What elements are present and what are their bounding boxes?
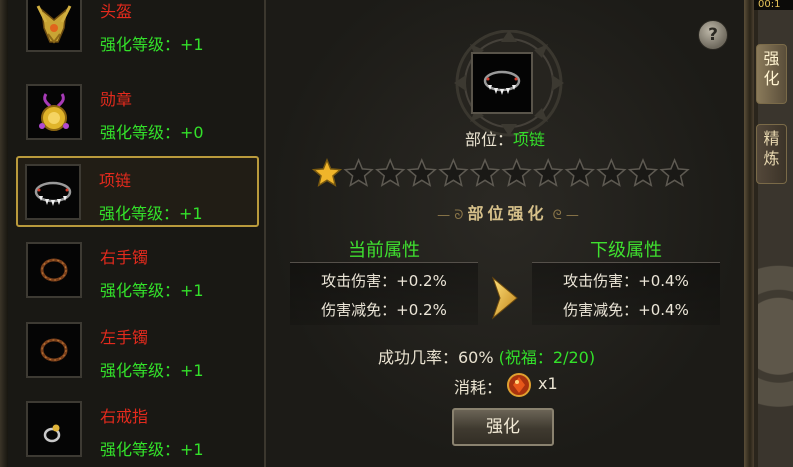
success-rate-label: 成功几率：60% [378, 348, 494, 367]
next-attributes: 下级属性 攻击伤害：+0.4% 伤害减免：+0.4% [532, 236, 720, 332]
equipment-slot [26, 242, 82, 298]
blessing-count: (祝福：2/20) [498, 348, 596, 367]
star-empty-icon [627, 158, 659, 187]
star-empty-icon [406, 158, 437, 187]
equipment-item-helmet[interactable]: 头盔 强化等级：+1 [18, 0, 251, 58]
equipment-item-level: 强化等级：+1 [99, 204, 203, 223]
equipment-item-name: 勋章 [100, 90, 133, 109]
red-gem-icon [507, 373, 531, 397]
equipment-slot [26, 322, 82, 378]
equipment-item-left-bracelet[interactable]: 左手镯 强化等级：+1 [18, 318, 251, 384]
star-empty-icon [564, 158, 595, 187]
equipment-slot [25, 164, 81, 220]
helmet-icon [36, 5, 72, 44]
star-empty-icon [533, 158, 564, 187]
equipment-item-level: 强化等级：+0 [100, 123, 204, 142]
bracelet-icon [40, 338, 68, 362]
equipment-item-name: 头盔 [100, 2, 133, 21]
clock-fragment: 00:1 [754, 0, 793, 10]
equipment-item-name: 项链 [99, 171, 132, 190]
star-empty-icon [469, 158, 501, 187]
left-frame-border [0, 0, 8, 467]
next-damage-reduction: 伤害减免：+0.4% [563, 301, 689, 319]
section-title-text: 部位强化 [467, 204, 548, 223]
star-filled-icon [311, 158, 343, 187]
current-damage-reduction: 伤害减免：+0.2% [321, 301, 447, 319]
equipment-slot [26, 0, 82, 52]
star-empty-icon [596, 158, 627, 187]
tab-refine-label: 精炼 [763, 129, 780, 168]
equipment-item-name: 右手镯 [100, 248, 149, 267]
next-attack-damage: 攻击伤害：+0.4% [563, 272, 689, 290]
part-label-prefix: 部位： [464, 130, 513, 149]
equipment-item-medal[interactable]: 勋章 强化等级：+0 [18, 80, 251, 146]
equipment-item-level: 强化等级：+1 [100, 35, 204, 54]
current-attributes-body: 攻击伤害：+0.2% 伤害减免：+0.2% [290, 263, 478, 325]
section-title: — ᘐ 部位强化 ᘓ — [410, 200, 606, 223]
ornament-right-icon: ᘓ — [552, 208, 579, 223]
necklace-icon [483, 70, 521, 95]
cost-quantity: x1 [538, 374, 558, 393]
equipment-item-right-ring[interactable]: 右戒指 强化等级：+1 [18, 397, 251, 463]
equipment-item-right-bracelet[interactable]: 右手镯 强化等级：+1 [18, 238, 251, 304]
selected-equipment-slot [471, 52, 533, 114]
equipment-slot [26, 401, 82, 457]
star-rating [311, 158, 690, 187]
cost-item: x1 [506, 372, 558, 402]
tab-refine[interactable]: 精炼 [756, 124, 787, 184]
bracelet-icon [40, 258, 68, 282]
tab-enhance[interactable]: 强化 [756, 44, 787, 104]
help-button[interactable]: ? [698, 20, 728, 50]
success-rate: 成功几率：60% (祝福：2/20) [378, 344, 595, 368]
equipment-item-name: 右戒指 [100, 407, 149, 426]
current-attributes: 当前属性 攻击伤害：+0.2% 伤害减免：+0.2% [290, 236, 478, 332]
part-label: 部位：项链 [266, 126, 744, 150]
cost-label: 消耗： [454, 378, 503, 397]
equipment-item-level: 强化等级：+1 [100, 361, 204, 380]
tab-enhance-label: 强化 [763, 49, 780, 88]
equipment-item-name: 左手镯 [100, 328, 149, 347]
star-empty-icon [501, 158, 532, 187]
next-attributes-body: 攻击伤害：+0.4% 伤害减免：+0.4% [532, 263, 720, 325]
ring-icon [43, 424, 61, 443]
star-empty-icon [438, 158, 469, 187]
arrow-right-icon [491, 276, 518, 320]
star-empty-icon [375, 158, 406, 187]
frame-rail [744, 0, 754, 467]
next-attributes-title: 下级属性 [532, 236, 720, 263]
current-attributes-title: 当前属性 [290, 236, 478, 263]
part-value: 项链 [513, 130, 546, 149]
enhance-button[interactable]: 强化 [452, 408, 554, 446]
necklace-icon [34, 181, 72, 206]
equipment-item-level: 强化等级：+1 [100, 440, 204, 459]
equipment-list[interactable]: 头盔 强化等级：+1 勋章 强化等级：+0 项链 强化等级：+1 右手镯 强化等… [8, 0, 266, 467]
ornament-left-icon: — ᘐ [437, 208, 468, 223]
equipment-item-level: 强化等级：+1 [100, 281, 204, 300]
medal-icon [39, 93, 69, 131]
equipment-item-necklace[interactable]: 项链 强化等级：+1 [16, 156, 259, 227]
equipment-slot [26, 84, 82, 140]
star-empty-icon [343, 158, 374, 187]
star-empty-icon [659, 158, 690, 187]
current-attack-damage: 攻击伤害：+0.2% [321, 272, 447, 290]
